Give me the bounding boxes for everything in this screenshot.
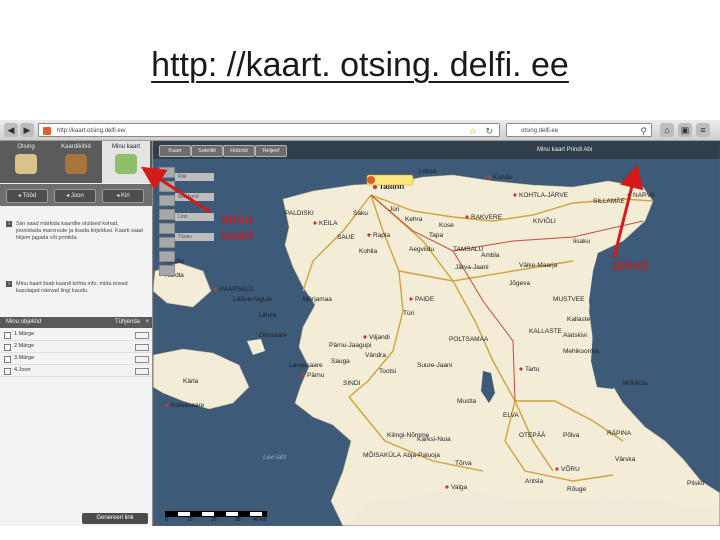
annotation-prindi: prindi [612,257,649,274]
arrow-to-prindi [612,164,644,259]
arrow-to-minu-kaart [140,166,211,214]
annotation-minu-kaart: minu kaart [220,211,254,244]
